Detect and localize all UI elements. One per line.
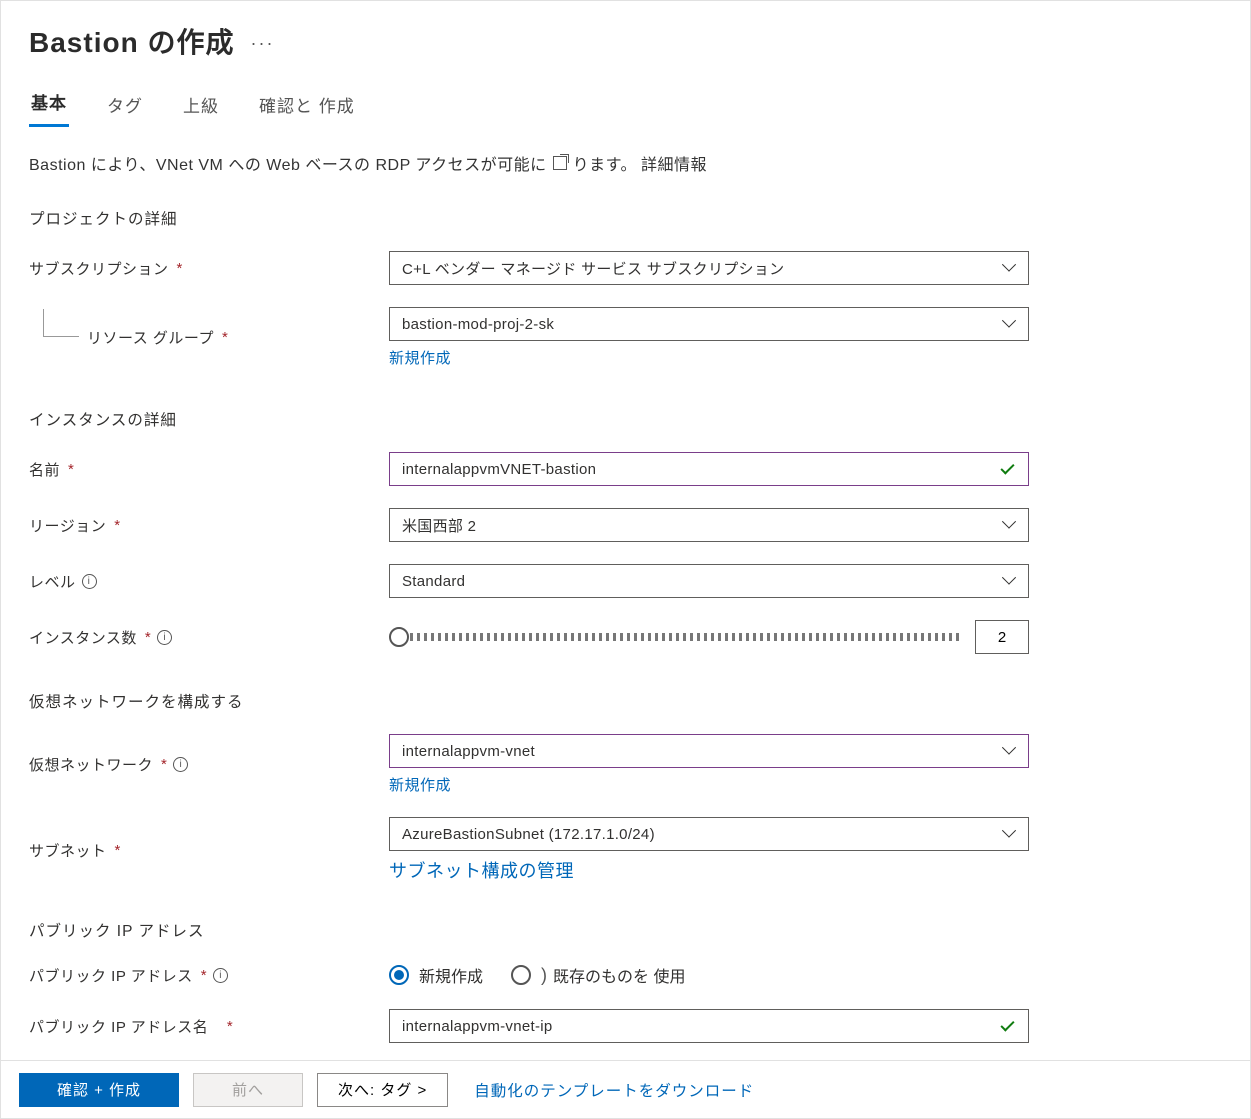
tab-basics[interactable]: 基本	[29, 89, 69, 127]
name-value: internalappvmVNET-bastion	[402, 461, 596, 478]
indent-line-icon	[43, 309, 79, 337]
previous-button: 前へ	[193, 1073, 303, 1107]
review-create-button[interactable]: 確認 + 作成	[19, 1073, 179, 1107]
section-project-details: プロジェクトの詳細	[29, 207, 1222, 229]
learn-more-link[interactable]: 詳細情報	[641, 151, 707, 175]
slider-thumb[interactable]	[389, 627, 409, 647]
chevron-down-icon	[1004, 260, 1016, 272]
check-icon	[1000, 461, 1016, 477]
info-icon[interactable]: i	[213, 968, 228, 983]
public-ip-name-input[interactable]: internalappvm-vnet-ip	[389, 1009, 1029, 1043]
required-icon: *	[201, 967, 207, 984]
tab-bar: 基本 タグ 上級 確認と 作成	[29, 89, 1222, 127]
label-vnet-text: 仮想ネットワーク	[29, 754, 153, 775]
section-instance-details: インスタンスの詳細	[29, 408, 1222, 430]
info-icon[interactable]: i	[157, 630, 172, 645]
tab-advanced[interactable]: 上級	[181, 92, 221, 127]
label-region: リージョン *	[29, 515, 389, 536]
vnet-select[interactable]: internalappvm-vnet	[389, 734, 1029, 768]
label-subscription-text: サブスクリプション	[29, 258, 169, 279]
label-public-ip: パブリック IP アドレス * i	[29, 965, 389, 986]
label-public-ip-name-text: パブリック IP アドレス名	[29, 1016, 208, 1037]
subnet-value: AzureBastionSubnet (172.17.1.0/24)	[402, 826, 655, 843]
required-icon: *	[177, 260, 183, 277]
label-subnet-text: サブネット	[29, 840, 107, 861]
tier-select[interactable]: Standard	[389, 564, 1029, 598]
label-public-ip-text: パブリック IP アドレス	[29, 965, 193, 986]
subscription-select[interactable]: C+L ベンダー マネージド サービス サブスクリプション	[389, 251, 1029, 285]
label-public-ip-name: パブリック IP アドレス名 *	[29, 1016, 389, 1037]
check-icon	[1000, 1018, 1016, 1034]
resource-group-value: bastion-mod-proj-2-sk	[402, 316, 554, 333]
label-subnet: サブネット *	[29, 840, 389, 861]
public-ip-radio-group: 新規作成 ) 既存のものを 使用	[389, 963, 1029, 987]
chevron-down-icon	[1004, 517, 1016, 529]
more-menu-icon[interactable]: ···	[250, 33, 274, 54]
subnet-select[interactable]: AzureBastionSubnet (172.17.1.0/24)	[389, 817, 1029, 851]
chevron-down-icon	[1004, 743, 1016, 755]
label-name-text: 名前	[29, 459, 60, 480]
label-name: 名前 *	[29, 459, 389, 480]
public-ip-name-value: internalappvm-vnet-ip	[402, 1018, 553, 1035]
create-new-vnet-link[interactable]: 新規作成	[389, 774, 451, 795]
label-subscription: サブスクリプション *	[29, 258, 389, 279]
info-icon[interactable]: i	[173, 757, 188, 772]
required-icon: *	[145, 629, 151, 646]
manage-subnet-link[interactable]: サブネット構成の管理	[389, 857, 574, 883]
intro-before: Bastion により、VNet VM への Web ベースの RDP アクセス…	[29, 151, 547, 175]
section-public-ip: パブリック IP アドレス	[29, 919, 1222, 941]
radio-existing-label: 既存のものを 使用	[553, 963, 685, 987]
chevron-down-icon	[1004, 826, 1016, 838]
label-resource-group: リソース グループ *	[29, 327, 389, 348]
intro-text: Bastion により、VNet VM への Web ベースの RDP アクセス…	[29, 151, 707, 175]
radio-unchecked-icon	[511, 965, 531, 985]
footer-bar: 確認 + 作成 前へ 次へ: タグ > 自動化のテンプレートをダウンロード	[1, 1060, 1250, 1118]
required-icon: *	[68, 461, 74, 478]
subscription-value: C+L ベンダー マネージド サービス サブスクリプション	[402, 258, 784, 279]
next-button[interactable]: 次へ: タグ >	[317, 1073, 448, 1107]
tab-review-prefix: 確認と	[259, 97, 313, 116]
tab-review[interactable]: 確認と 作成	[257, 92, 357, 127]
region-value: 米国西部 2	[402, 515, 476, 536]
radio-create-new[interactable]: 新規作成	[389, 963, 483, 987]
instance-count-input[interactable]	[975, 620, 1029, 654]
radio-checked-icon	[389, 965, 409, 985]
paren-icon: )	[541, 965, 547, 986]
tier-value: Standard	[402, 573, 465, 590]
create-new-rg-link[interactable]: 新規作成	[389, 347, 451, 368]
tab-tags[interactable]: タグ	[105, 92, 145, 127]
radio-use-existing[interactable]: ) 既存のものを 使用	[511, 963, 685, 987]
external-link-icon	[553, 156, 567, 170]
vnet-value: internalappvm-vnet	[402, 743, 535, 760]
chevron-down-icon	[1004, 316, 1016, 328]
required-icon: *	[114, 517, 120, 534]
chevron-down-icon	[1004, 573, 1016, 585]
region-select[interactable]: 米国西部 2	[389, 508, 1029, 542]
label-instance-count: インスタンス数 * i	[29, 627, 389, 648]
tab-review-suffix: 作成	[319, 97, 355, 116]
info-icon[interactable]: i	[82, 574, 97, 589]
download-template-link[interactable]: 自動化のテンプレートをダウンロード	[474, 1079, 754, 1101]
label-tier: レベル i	[29, 571, 389, 592]
label-instance-count-text: インスタンス数	[29, 627, 137, 648]
label-tier-text: レベル	[29, 571, 76, 592]
radio-new-label: 新規作成	[419, 963, 483, 987]
label-resource-group-text: リソース グループ	[87, 327, 214, 348]
instance-count-slider[interactable]	[389, 633, 961, 641]
page-title: Bastion の作成	[29, 21, 234, 61]
label-vnet: 仮想ネットワーク * i	[29, 754, 389, 775]
intro-after: ります。	[573, 151, 637, 175]
section-configure-vnet: 仮想ネットワークを構成する	[29, 690, 1222, 712]
required-icon: *	[115, 842, 121, 859]
label-region-text: リージョン	[29, 515, 106, 536]
required-icon: *	[227, 1018, 233, 1035]
required-icon: *	[222, 329, 228, 346]
name-input[interactable]: internalappvmVNET-bastion	[389, 452, 1029, 486]
resource-group-select[interactable]: bastion-mod-proj-2-sk	[389, 307, 1029, 341]
required-icon: *	[161, 756, 167, 773]
